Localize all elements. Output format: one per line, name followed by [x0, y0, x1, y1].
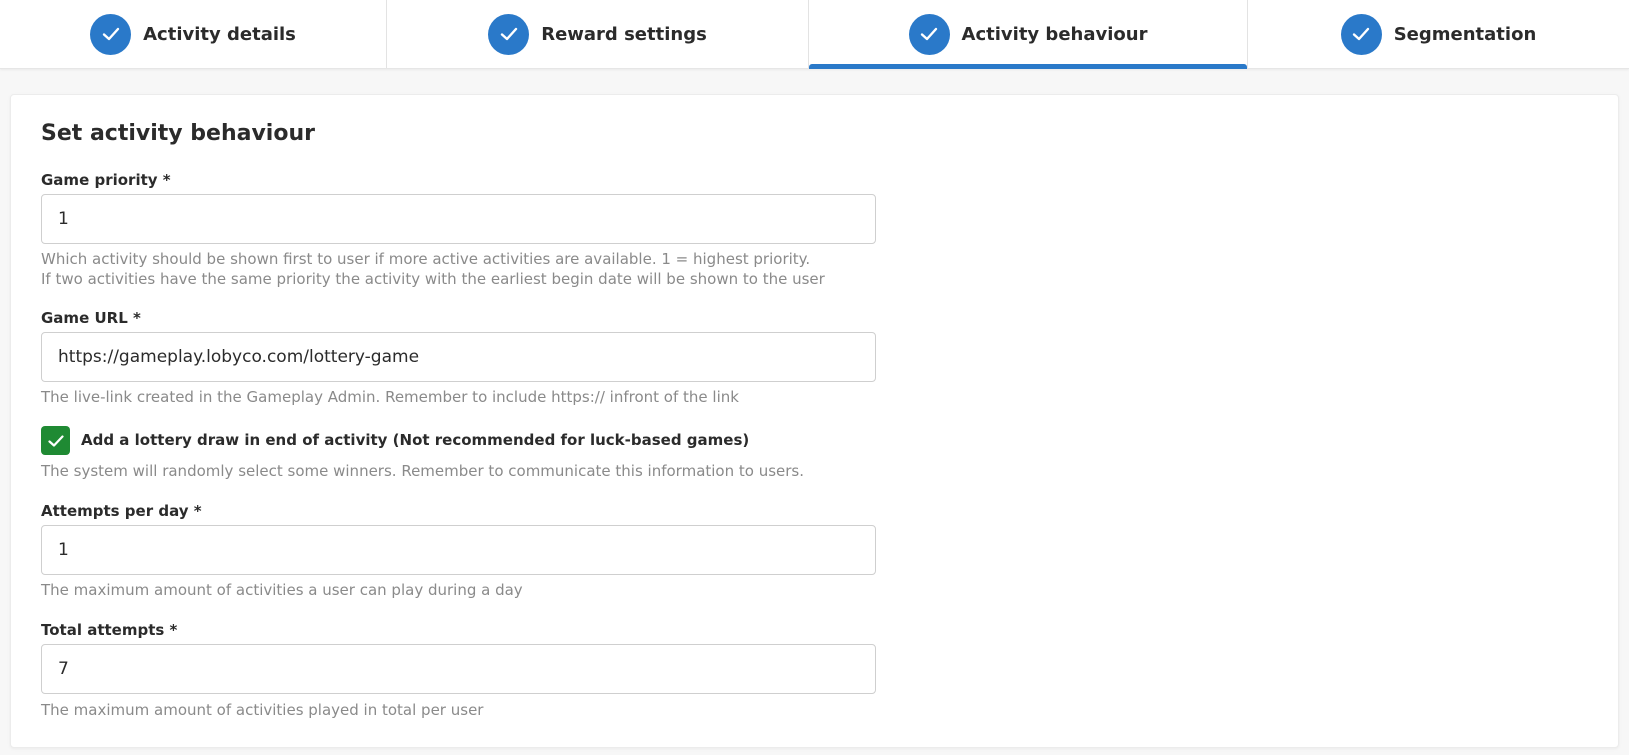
lottery-draw-checkbox[interactable] — [41, 426, 70, 455]
step-activity-details[interactable]: Activity details — [0, 0, 387, 68]
attempts-per-day-label: Attempts per day * — [41, 502, 202, 520]
total-attempts-help: The maximum amount of activities played … — [41, 701, 484, 719]
game-priority-help-line1: Which activity should be shown first to … — [41, 250, 811, 268]
checkmark-icon — [1340, 13, 1382, 55]
step-label: Segmentation — [1393, 23, 1537, 45]
activity-behaviour-card: Set activity behaviour Game priority * W… — [10, 94, 1619, 748]
attempts-per-day-help: The maximum amount of activities a user … — [41, 581, 523, 599]
checkmark-icon — [47, 434, 64, 447]
game-priority-input[interactable] — [41, 194, 876, 244]
game-priority-label: Game priority * — [41, 171, 171, 189]
game-url-input[interactable] — [41, 332, 876, 382]
game-priority-help-line2: If two activities have the same priority… — [41, 270, 825, 288]
checkmark-icon — [90, 13, 132, 55]
wizard-steps: Activity details Reward settings Activit… — [0, 0, 1629, 69]
total-attempts-input[interactable] — [41, 644, 876, 694]
attempts-per-day-input[interactable] — [41, 525, 876, 575]
step-segmentation[interactable]: Segmentation — [1248, 0, 1629, 68]
step-label: Reward settings — [541, 23, 707, 45]
total-attempts-label: Total attempts * — [41, 621, 178, 639]
game-url-label: Game URL * — [41, 309, 141, 327]
step-label: Activity details — [143, 23, 296, 45]
lottery-draw-help: The system will randomly select some win… — [41, 462, 805, 480]
lottery-draw-label[interactable]: Add a lottery draw in end of activity (N… — [81, 431, 749, 449]
game-url-help: The live-link created in the Gameplay Ad… — [41, 388, 739, 406]
step-activity-behaviour[interactable]: Activity behaviour — [809, 0, 1248, 69]
checkmark-icon — [908, 13, 950, 55]
page-title: Set activity behaviour — [41, 121, 315, 146]
step-label: Activity behaviour — [961, 23, 1148, 45]
step-reward-settings[interactable]: Reward settings — [387, 0, 809, 68]
checkmark-icon — [488, 13, 530, 55]
